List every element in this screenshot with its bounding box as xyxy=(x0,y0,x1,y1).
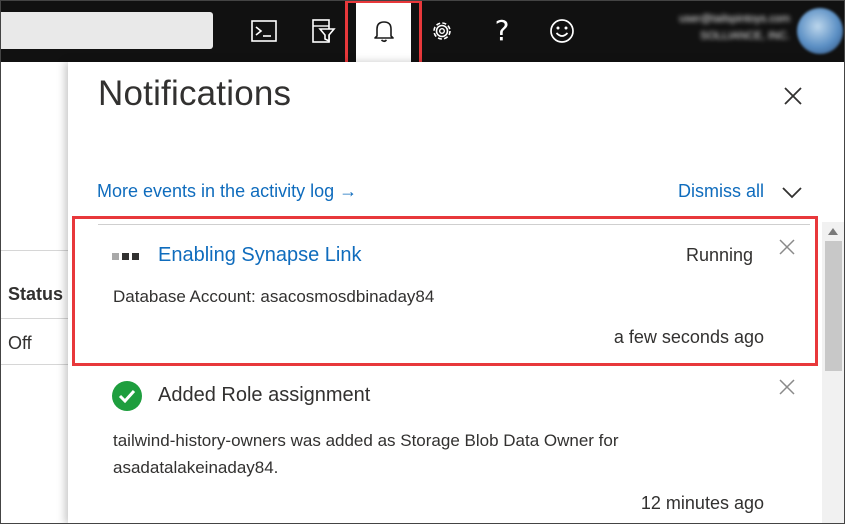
notification-status: Running xyxy=(686,245,754,265)
cloud-shell-icon[interactable] xyxy=(244,10,284,52)
avatar[interactable] xyxy=(797,8,843,54)
account-email: user@tailspintoys.com xyxy=(679,13,790,25)
notification-body: Database Account: asacosmosdbinaday84 xyxy=(113,287,435,306)
scroll-up-arrow-icon[interactable] xyxy=(828,228,838,235)
help-glyph: ? xyxy=(494,14,510,47)
directory-filter-icon[interactable] xyxy=(303,10,343,52)
notifications-highlight-box xyxy=(345,0,422,66)
dismiss-all-button[interactable]: Dismiss all xyxy=(678,181,764,202)
top-navigation-bar: ? user@tailspintoys.com SOLLIANCE, INC. xyxy=(0,0,845,62)
dismiss-notification-button[interactable] xyxy=(776,376,798,398)
notification-title-link[interactable]: Enabling Synapse Link xyxy=(158,244,361,267)
close-icon xyxy=(779,379,795,395)
divider xyxy=(0,250,70,251)
progress-dots-icon xyxy=(112,253,139,260)
success-check-icon xyxy=(112,381,142,411)
notification-body: tailwind-history-owners was added as Sto… xyxy=(113,431,619,477)
dismiss-options-button[interactable] xyxy=(779,182,805,204)
notification-title: Added Role assignment xyxy=(158,384,371,406)
notification-timestamp: a few seconds ago xyxy=(613,327,764,347)
divider xyxy=(0,364,70,365)
close-icon xyxy=(784,87,802,105)
notification-timestamp: 12 minutes ago xyxy=(640,493,764,513)
status-column-header: Status xyxy=(8,284,64,304)
divider xyxy=(0,318,70,319)
gear-icon[interactable] xyxy=(422,10,462,52)
help-icon[interactable]: ? xyxy=(482,10,522,52)
close-panel-button[interactable] xyxy=(779,82,807,110)
scrollbar-thumb[interactable] xyxy=(825,241,842,371)
account-info[interactable]: user@tailspintoys.com SOLLIANCE, INC. xyxy=(620,11,790,45)
global-search-input[interactable] xyxy=(0,12,213,49)
panel-title: Notifications xyxy=(98,74,292,113)
account-org: SOLLIANCE, INC. xyxy=(700,30,790,42)
status-value: Off xyxy=(8,333,32,353)
close-icon xyxy=(779,239,795,255)
dismiss-notification-button[interactable] xyxy=(776,236,798,258)
chevron-down-icon xyxy=(782,187,802,199)
feedback-smiley-icon[interactable] xyxy=(542,10,582,52)
activity-log-link[interactable]: More events in the activity log → xyxy=(97,181,357,202)
